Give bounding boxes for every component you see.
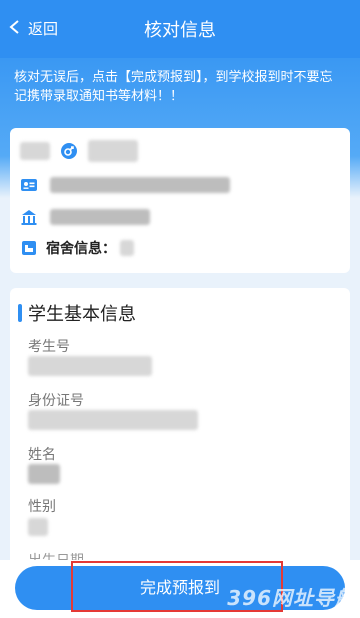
field-label-name: 姓名	[28, 447, 56, 463]
notice-text: 核对无误后，点击【完成预报到】，到学校报到时不要忘记携带录取通知书等材料！！	[14, 70, 333, 104]
student-summary-card: 宿舍信息：	[10, 128, 350, 273]
school-row	[20, 208, 150, 226]
building-icon	[20, 208, 38, 226]
blurred-value	[88, 140, 138, 162]
id-row	[20, 176, 230, 194]
basic-info-card: 学生基本信息 考生号 身份证号 姓名 性别 出生日期	[10, 288, 350, 568]
name-value	[28, 464, 60, 484]
gender-value	[28, 518, 48, 536]
section-title: 学生基本信息	[28, 304, 136, 325]
id-card-icon	[20, 176, 38, 194]
blurred-value	[50, 209, 150, 225]
blurred-value	[50, 177, 230, 193]
field-label-exam-number: 考生号	[28, 339, 70, 355]
exam-number-value	[28, 356, 152, 376]
page-title: 核对信息	[144, 20, 216, 41]
blurred-value	[120, 240, 134, 256]
field-label-id-number: 身份证号	[28, 393, 84, 409]
male-icon	[60, 142, 78, 160]
top-bar: 返回 核对信息	[0, 0, 360, 58]
dorm-row: 宿舍信息：	[20, 238, 134, 258]
dorm-icon	[20, 239, 38, 257]
section-header: 学生基本信息	[18, 300, 136, 326]
name-row	[20, 140, 138, 162]
dorm-label: 宿舍信息：	[46, 241, 116, 257]
watermark: 396网址导航	[227, 586, 356, 610]
id-number-value	[28, 410, 198, 430]
section-accent-bar	[18, 304, 22, 322]
blurred-name	[20, 142, 50, 160]
field-label-gender: 性别	[28, 499, 56, 515]
